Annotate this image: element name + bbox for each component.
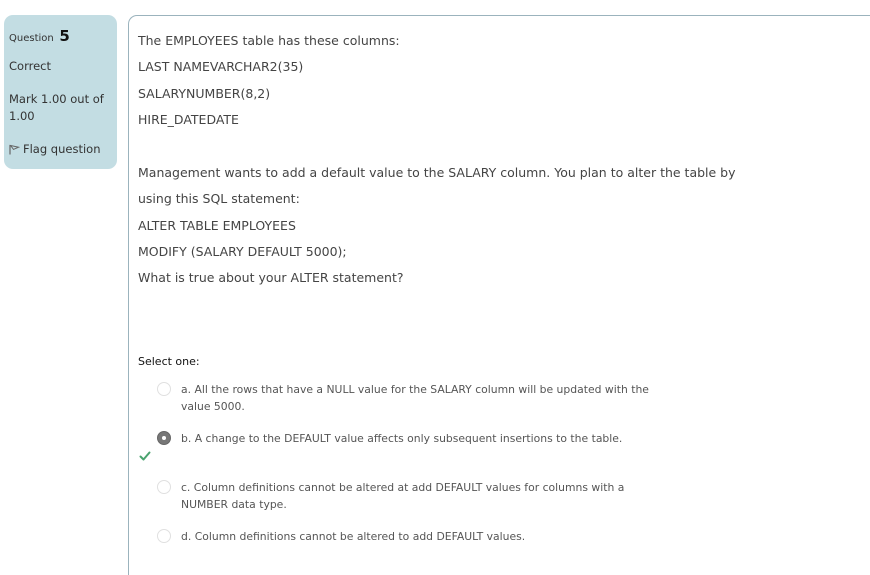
answer-option-d[interactable]: d. Column definitions cannot be altered … xyxy=(157,528,677,545)
flag-question-label: Flag question xyxy=(23,142,101,156)
question-line: MODIFY (SALARY DEFAULT 5000); xyxy=(138,244,347,259)
flag-question-link[interactable]: Flag question xyxy=(9,142,101,156)
question-content: The EMPLOYEES table has these columns: L… xyxy=(128,15,870,575)
question-line: ALTER TABLE EMPLOYEES xyxy=(138,218,296,233)
question-info-panel: Question 5 Correct Mark 1.00 out of 1.00… xyxy=(4,15,117,169)
question-number: Question 5 xyxy=(9,27,70,45)
question-line: HIRE_DATEDATE xyxy=(138,112,239,127)
answer-option-label: c. Column definitions cannot be altered … xyxy=(181,481,625,511)
question-grade: Mark 1.00 out of 1.00 xyxy=(9,92,104,123)
question-label: Question xyxy=(9,33,54,44)
answer-option-c[interactable]: c. Column definitions cannot be altered … xyxy=(157,479,677,513)
radio-option-a[interactable] xyxy=(157,382,171,396)
question-line: SALARYNUMBER(8,2) xyxy=(138,86,271,101)
answer-option-label: b. A change to the DEFAULT value affects… xyxy=(181,432,623,445)
radio-option-b[interactable] xyxy=(157,431,171,445)
answer-option-a[interactable]: a. All the rows that have a NULL value f… xyxy=(157,381,677,415)
answer-option-b[interactable]: b. A change to the DEFAULT value affects… xyxy=(157,430,677,447)
radio-option-c[interactable] xyxy=(157,480,171,494)
question-line: Management wants to add a default value … xyxy=(138,165,736,180)
question-line: The EMPLOYEES table has these columns: xyxy=(138,33,400,48)
answer-option-label: a. All the rows that have a NULL value f… xyxy=(181,383,649,413)
select-one-prompt: Select one: xyxy=(138,355,200,368)
answer-option-label: d. Column definitions cannot be altered … xyxy=(181,530,526,543)
question-line: LAST NAMEVARCHAR2(35) xyxy=(138,59,304,74)
question-number-value: 5 xyxy=(59,27,70,45)
radio-option-d[interactable] xyxy=(157,529,171,543)
flag-icon xyxy=(9,144,20,154)
correct-check-icon xyxy=(139,451,151,461)
question-line: using this SQL statement: xyxy=(138,191,300,206)
question-state: Correct xyxy=(9,59,51,73)
question-line: What is true about your ALTER statement? xyxy=(138,270,404,285)
